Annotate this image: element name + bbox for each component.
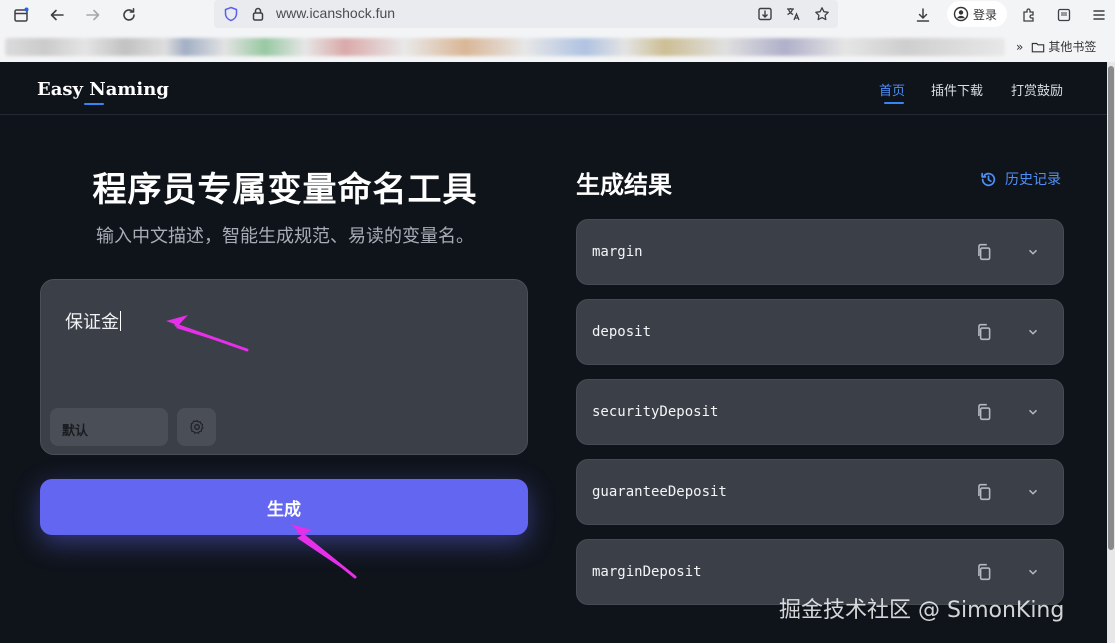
result-item[interactable]: margin [576,219,1064,285]
translate-icon[interactable] [782,3,804,25]
star-icon[interactable] [811,3,833,25]
lock-icon[interactable] [247,3,269,25]
nav-active-indicator [884,102,904,104]
generate-button[interactable]: 生成 [40,479,528,535]
result-name[interactable]: margin [592,244,643,260]
reload-icon[interactable] [118,4,140,26]
folder-icon [1032,42,1045,52]
history-button[interactable]: 历史记录 [980,169,1061,189]
browser-toolbar: www.icanshock.fun 登录 [0,0,1115,30]
annotation-arrow-button-shaft [296,529,357,579]
extensions-icon[interactable] [1018,4,1040,26]
chevron-down-icon[interactable] [1026,405,1040,419]
nav-home[interactable]: 首页 [879,80,905,99]
page-title: 程序员专属变量命名工具 [92,170,478,210]
copy-icon[interactable] [975,403,993,421]
bookmarks-bar [0,34,1115,60]
nav-plugin-download[interactable]: 插件下载 [931,80,983,99]
blurred-bookmarks [5,38,1005,56]
chevron-down-icon[interactable] [1026,245,1040,259]
description-input[interactable]: 保证金 [65,308,121,334]
other-bookmarks-label: 其他书签 [1048,40,1097,54]
chevron-down-icon[interactable] [1026,325,1040,339]
history-icon [981,172,996,186]
scrollbar-thumb[interactable] [1108,66,1114,550]
result-name[interactable]: deposit [592,324,651,340]
gear-icon [189,419,204,434]
app-page: Easy Naming 首页 插件下载 打赏鼓励 程序员专属变量命名工具 输入中… [0,62,1107,643]
bookmarks-right: » 其他书签 [1016,38,1096,55]
page-subtitle: 输入中文描述，智能生成规范、易读的变量名。 [96,226,474,247]
logo-underline [84,103,104,105]
profile-icon[interactable] [1053,4,1075,26]
forward-icon[interactable] [82,4,104,26]
browser-chrome: www.icanshock.fun 登录 » 其他书签 [0,0,1115,62]
result-item[interactable]: deposit [576,299,1064,365]
download-icon[interactable] [912,4,934,26]
url-text[interactable]: www.icanshock.fun [276,5,395,21]
copy-icon[interactable] [975,243,993,261]
description-input-value: 保证金 [65,312,119,333]
result-list: margin deposit securityDeposit guarantee… [576,219,1064,619]
copy-icon[interactable] [975,563,993,581]
back-icon[interactable] [46,4,68,26]
top-nav: Easy Naming 首页 插件下载 打赏鼓励 [0,62,1107,115]
result-name[interactable]: guaranteeDeposit [592,484,727,500]
watermark: 掘金技术社区 @ SimonKing [779,598,1065,623]
result-item[interactable]: securityDeposit [576,379,1064,445]
results-title: 生成结果 [576,171,672,199]
shield-icon[interactable] [220,3,242,25]
description-input-card[interactable]: 保证金 默认 [40,279,528,455]
tab-overview-icon[interactable] [10,4,32,26]
nav-donate[interactable]: 打赏鼓励 [1011,80,1063,99]
other-bookmarks-folder[interactable]: 其他书签 [1031,38,1096,55]
copy-icon[interactable] [975,483,993,501]
result-name[interactable]: securityDeposit [592,404,718,420]
result-name[interactable]: marginDeposit [592,564,702,580]
result-item[interactable]: guaranteeDeposit [576,459,1064,525]
history-label: 历史记录 [1005,172,1061,188]
account-icon [953,6,969,22]
copy-icon[interactable] [975,323,993,341]
menu-icon[interactable] [1088,4,1110,26]
save-page-icon[interactable] [754,3,776,25]
naming-style-select[interactable]: 默认 [50,408,168,446]
login-button[interactable]: 登录 [947,1,1007,27]
login-label: 登录 [973,7,998,22]
logo[interactable]: Easy Naming [37,79,169,100]
text-caret [120,311,121,331]
chevron-down-icon[interactable] [1026,485,1040,499]
chevron-down-icon[interactable] [1026,565,1040,579]
settings-button[interactable] [177,408,216,446]
chevrons-icon[interactable]: » [1016,40,1023,54]
address-bar[interactable]: www.icanshock.fun [214,0,838,28]
page-scrollbar[interactable] [1107,62,1115,643]
